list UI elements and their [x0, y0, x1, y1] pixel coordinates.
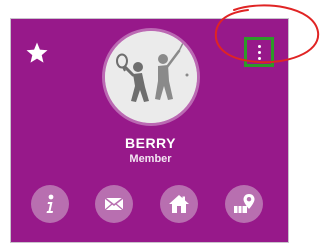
star-icon	[26, 42, 48, 63]
info-button[interactable]	[31, 185, 69, 223]
tennis-golf-players-icon	[105, 31, 197, 123]
favorite-button[interactable]	[21, 37, 53, 69]
vertical-ellipsis-icon	[257, 44, 261, 60]
member-card: BERRY Member	[10, 18, 289, 243]
map-pin-icon	[234, 194, 255, 213]
message-button[interactable]	[95, 185, 133, 223]
home-button[interactable]	[160, 185, 198, 223]
stage: BERRY Member	[0, 0, 324, 251]
location-button[interactable]	[225, 185, 263, 223]
member-name: BERRY	[125, 135, 176, 151]
action-bar	[11, 185, 290, 225]
info-icon	[46, 194, 54, 213]
more-options-button[interactable]	[244, 37, 274, 67]
envelope-icon	[104, 197, 124, 211]
avatar	[105, 31, 197, 123]
member-role: Member	[129, 153, 172, 165]
house-icon	[169, 195, 189, 213]
